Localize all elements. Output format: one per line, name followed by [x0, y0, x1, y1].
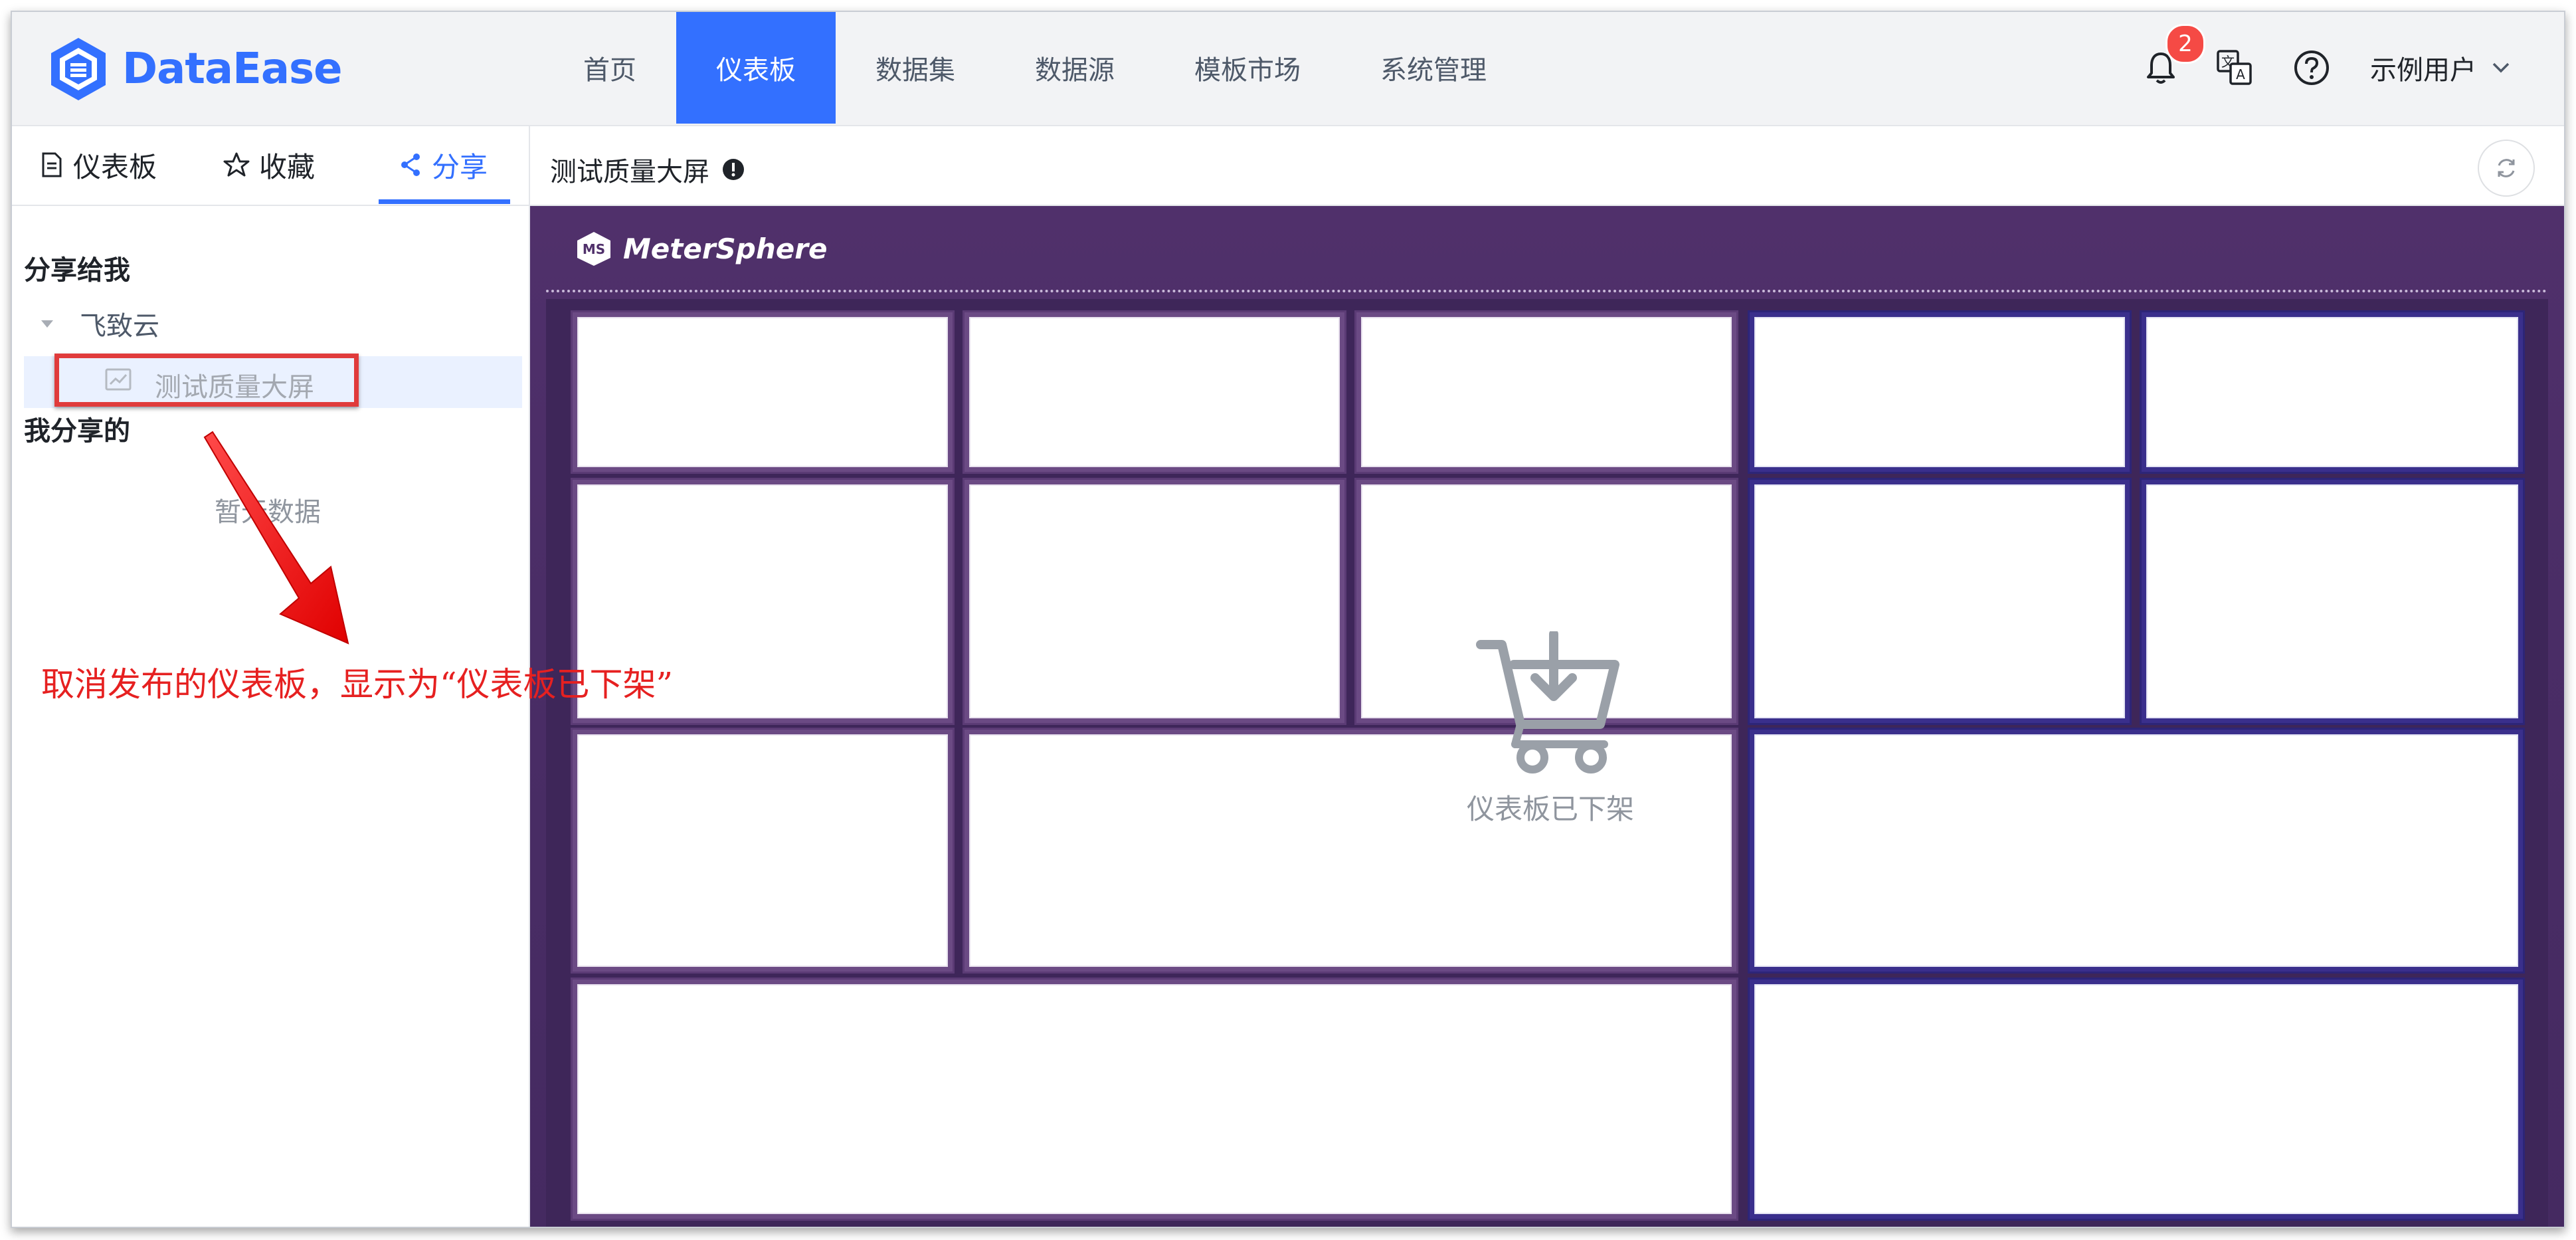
notification-badge: 2 [2165, 24, 2205, 64]
warning-icon[interactable] [721, 157, 745, 181]
annotation-text: 取消发布的仪表板，显示为“仪表板已下架” [41, 665, 674, 704]
tab-dashboard-label: 仪表板 [73, 150, 157, 183]
top-navbar: DataEase 首页 仪表板 数据集 数据源 模板市场 系统管理 2 文 A … [12, 12, 2564, 126]
tree-node-feizhiyun[interactable]: 飞致云 [39, 304, 159, 343]
svg-text:A: A [2236, 66, 2245, 82]
tab-share-label: 分享 [432, 150, 488, 183]
offline-notice: 仪表板已下架 [1467, 631, 1634, 827]
sidebar-tabs: 仪表板 收藏 分享 [12, 126, 529, 206]
metersphere-logo-icon: MS [577, 232, 610, 266]
help-icon [2294, 51, 2329, 85]
caret-down-icon [41, 320, 53, 328]
dashboard-panel [573, 312, 953, 472]
dashboard-panel [1750, 980, 2523, 1219]
dashboard-canvas: MS MeterSphere 仪表板已下架 [530, 206, 2564, 1227]
app-window: DataEase 首页 仪表板 数据集 数据源 模板市场 系统管理 2 文 A … [11, 11, 2565, 1228]
notification-button[interactable]: 2 [2146, 24, 2205, 85]
active-tab-indicator [379, 199, 510, 204]
main-nav: 首页 仪表板 数据集 数据源 模板市场 系统管理 [543, 12, 1526, 124]
dashboard-content: 测试质量大屏 MS MeterSphere 仪表板已下架 [530, 126, 2564, 1227]
dashboard-title: 测试质量大屏 [550, 150, 745, 189]
tab-favorites-label: 收藏 [259, 150, 316, 183]
help-button[interactable] [2293, 49, 2330, 86]
annotation-highlight-box [54, 354, 359, 407]
tree-node-label: 飞致云 [80, 311, 159, 342]
dashboard-header: 测试质量大屏 [530, 126, 2564, 206]
translate-icon: 文 A [2217, 50, 2252, 85]
shared-to-me-title: 分享给我 [24, 255, 130, 286]
dashboard-panel [1750, 312, 2130, 472]
user-menu[interactable]: 示例用户 [2370, 49, 2511, 87]
annotation-arrow-icon [203, 431, 349, 645]
share-icon [401, 154, 420, 176]
app-logo-text: DataEase [122, 45, 342, 94]
metersphere-logo: MS MeterSphere [574, 230, 827, 267]
offline-text: 仪表板已下架 [1467, 793, 1635, 825]
document-icon [42, 152, 62, 177]
language-switch-button[interactable]: 文 A [2216, 49, 2253, 86]
dashboard-panel [1750, 730, 2523, 972]
metersphere-logo-text: MeterSphere [623, 232, 828, 265]
refresh-button[interactable] [2478, 140, 2535, 197]
dataease-logo-icon [51, 38, 106, 100]
app-logo[interactable]: DataEase [48, 36, 342, 102]
header-divider [546, 290, 2548, 292]
nav-template-market[interactable]: 模板市场 [1154, 12, 1340, 124]
nav-datasource[interactable]: 数据源 [995, 12, 1154, 124]
nav-home[interactable]: 首页 [543, 12, 676, 124]
dashboard-panel [573, 980, 1736, 1219]
nav-dashboard[interactable]: 仪表板 [676, 12, 836, 124]
header-tools: 2 文 A 示例用户 [2146, 12, 2511, 124]
dashboard-panel [573, 730, 953, 972]
tab-share[interactable]: 分享 [399, 126, 488, 203]
my-shared-title: 我分享的 [24, 416, 130, 447]
chevron-down-icon [2492, 62, 2510, 73]
dashboard-panel [2142, 312, 2523, 472]
svg-text:MS: MS [583, 241, 605, 257]
dashboard-panel [965, 480, 1344, 723]
user-name: 示例用户 [2370, 55, 2476, 86]
dashboard-title-text: 测试质量大屏 [550, 157, 709, 187]
tab-favorites[interactable]: 收藏 [223, 126, 315, 203]
tab-dashboard[interactable]: 仪表板 [40, 126, 157, 203]
nav-dataset[interactable]: 数据集 [836, 12, 995, 124]
refresh-icon [2498, 159, 2515, 177]
dashboard-panel [1750, 480, 2130, 723]
cart-icon [1476, 631, 1619, 774]
dashboard-panel [2142, 480, 2523, 723]
nav-system-management[interactable]: 系统管理 [1340, 12, 1526, 124]
dashboard-panel [1356, 312, 1736, 472]
star-icon [223, 152, 250, 177]
dashboard-panel [965, 312, 1344, 472]
